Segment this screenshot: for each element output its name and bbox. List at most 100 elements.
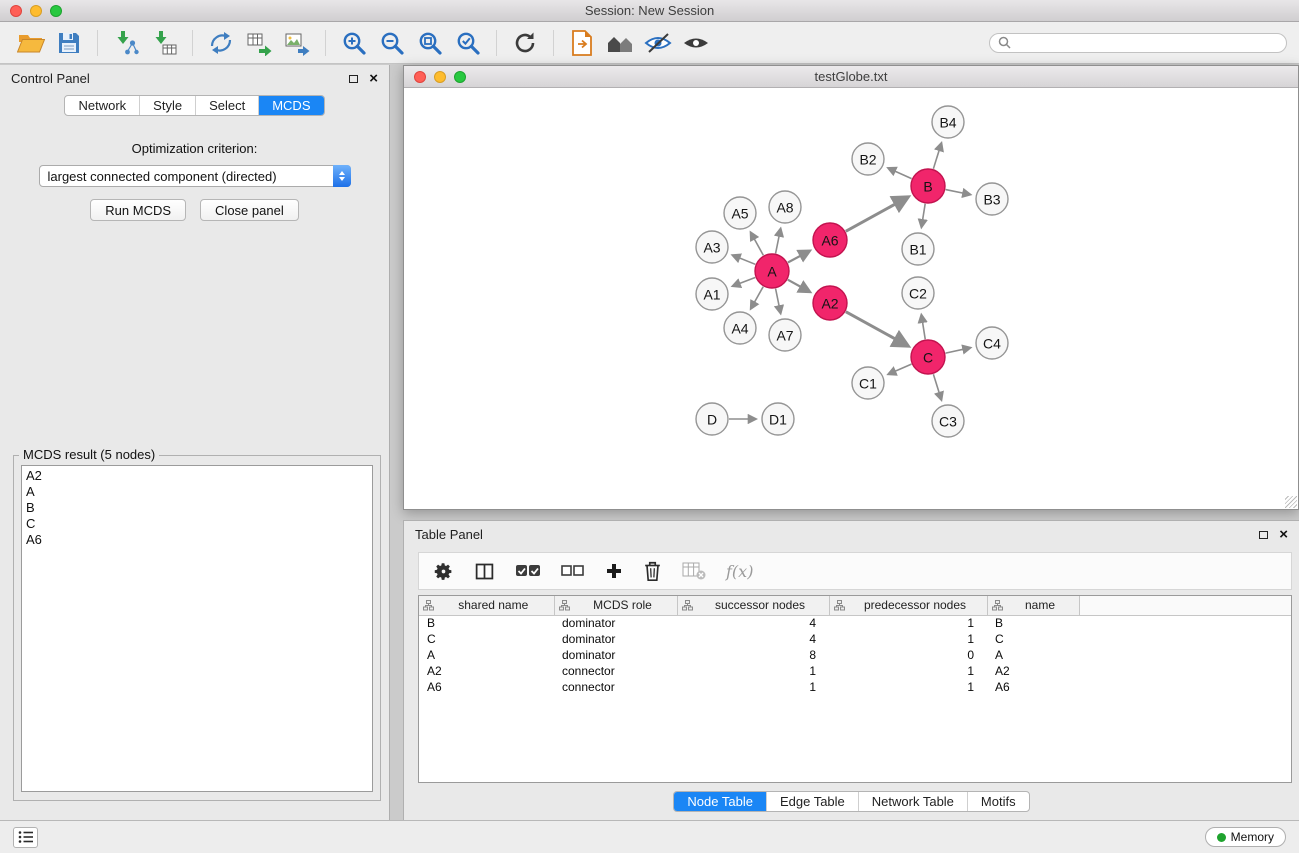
float-table-panel-icon[interactable] [1259,531,1268,539]
export-image-button[interactable] [278,26,316,60]
task-history-button[interactable] [13,827,38,848]
show-details-button[interactable] [677,26,715,60]
edge-A-A7[interactable] [776,289,781,314]
delete-column-button[interactable] [643,560,662,582]
tab-motifs[interactable]: Motifs [967,792,1029,811]
edge-C-C4[interactable] [946,348,971,353]
import-network-button[interactable] [107,26,145,60]
node-C2[interactable]: C2 [902,277,934,309]
node-A6[interactable]: A6 [813,223,847,257]
table-row[interactable]: Cdominator41C [419,631,1291,647]
tab-mcds[interactable]: MCDS [258,96,323,115]
hide-details-button[interactable] [639,26,677,60]
edge-C-C3[interactable] [933,374,941,400]
zoom-fit-button[interactable] [411,26,449,60]
edge-A-A3[interactable] [732,255,755,264]
column-header-successor-nodes[interactable]: successor nodes [677,596,829,615]
import-table-button[interactable] [145,26,183,60]
add-column-button[interactable] [605,562,623,580]
node-A[interactable]: A [755,254,789,288]
node-D[interactable]: D [696,403,728,435]
column-header-shared-name[interactable]: shared name [419,596,554,615]
column-header-name[interactable]: name [987,596,1079,615]
show-columns-button[interactable] [474,561,495,582]
search-box[interactable] [989,33,1287,53]
edge-A6-B[interactable] [846,197,908,231]
edge-C-C1[interactable] [888,364,911,374]
zoom-out-button[interactable] [373,26,411,60]
window-titlebar[interactable]: Session: New Session [0,0,1299,22]
tab-node-table[interactable]: Node Table [674,792,766,811]
network-zoom-button[interactable] [454,71,466,83]
node-B1[interactable]: B1 [902,233,934,265]
edge-C-C2[interactable] [921,315,925,339]
float-panel-icon[interactable] [349,75,358,83]
edge-A-A6[interactable] [788,251,810,263]
export-table-button[interactable] [240,26,278,60]
column-header-mcds-role[interactable]: MCDS role [554,596,677,615]
run-mcds-button[interactable]: Run MCDS [90,199,186,221]
node-C4[interactable]: C4 [976,327,1008,359]
close-panel-icon[interactable]: × [369,71,378,86]
search-input[interactable] [1016,36,1278,50]
network-canvas[interactable]: B4B2BB3A8A5A6A3B1AC2A1A2A4A7C4CC1C3DD1 [404,89,1298,509]
node-B3[interactable]: B3 [976,183,1008,215]
open-session-button[interactable] [12,26,50,60]
function-builder-button[interactable]: f(x) [726,562,753,581]
network-window-titlebar[interactable]: testGlobe.txt [404,66,1298,88]
memory-button[interactable]: Memory [1205,827,1286,847]
close-table-panel-icon[interactable]: × [1279,527,1288,542]
node-A7[interactable]: A7 [769,319,801,351]
node-A1[interactable]: A1 [696,278,728,310]
delete-table-button[interactable] [682,561,706,581]
table-row[interactable]: A2connector11A2 [419,663,1291,679]
table-settings-button[interactable] [433,561,454,582]
tab-select[interactable]: Select [195,96,258,115]
node-A2[interactable]: A2 [813,286,847,320]
edge-B-B1[interactable] [921,204,925,227]
edge-A2-C[interactable] [846,312,908,346]
export-network-button[interactable] [202,26,240,60]
table-row[interactable]: A6connector11A6 [419,679,1291,695]
home-button[interactable] [601,26,639,60]
tab-network[interactable]: Network [65,96,139,115]
criterion-dropdown[interactable]: largest connected component (directed) [39,165,351,187]
edge-A-A8[interactable] [776,229,781,254]
deselect-all-button[interactable] [561,565,585,577]
result-item[interactable]: A [26,484,368,500]
edge-A-A1[interactable] [733,277,756,286]
edge-B-B4[interactable] [933,143,941,169]
node-C1[interactable]: C1 [852,367,884,399]
tab-network-table[interactable]: Network Table [858,792,967,811]
select-all-button[interactable] [515,564,541,578]
network-minimize-button[interactable] [434,71,446,83]
column-header-predecessor-nodes[interactable]: predecessor nodes [829,596,987,615]
edge-B-B3[interactable] [946,190,971,195]
zoom-selected-button[interactable] [449,26,487,60]
zoom-in-button[interactable] [335,26,373,60]
network-close-button[interactable] [414,71,426,83]
save-session-button[interactable] [50,26,88,60]
edge-A-A4[interactable] [751,287,763,309]
node-B4[interactable]: B4 [932,106,964,138]
node-A5[interactable]: A5 [724,197,756,229]
edge-B-B2[interactable] [888,168,912,179]
node-C3[interactable]: C3 [932,405,964,437]
table-row[interactable]: Bdominator41B [419,615,1291,631]
result-item[interactable]: C [26,516,368,532]
node-D1[interactable]: D1 [762,403,794,435]
node-B2[interactable]: B2 [852,143,884,175]
zoom-window-button[interactable] [50,5,62,17]
node-C[interactable]: C [911,340,945,374]
table-row[interactable]: Adominator80A [419,647,1291,663]
result-item[interactable]: B [26,500,368,516]
edge-A-A2[interactable] [788,280,810,292]
result-item[interactable]: A2 [26,468,368,484]
close-window-button[interactable] [10,5,22,17]
node-B[interactable]: B [911,169,945,203]
minimize-window-button[interactable] [30,5,42,17]
node-A8[interactable]: A8 [769,191,801,223]
tab-edge-table[interactable]: Edge Table [766,792,858,811]
node-A4[interactable]: A4 [724,312,756,344]
tab-style[interactable]: Style [139,96,195,115]
